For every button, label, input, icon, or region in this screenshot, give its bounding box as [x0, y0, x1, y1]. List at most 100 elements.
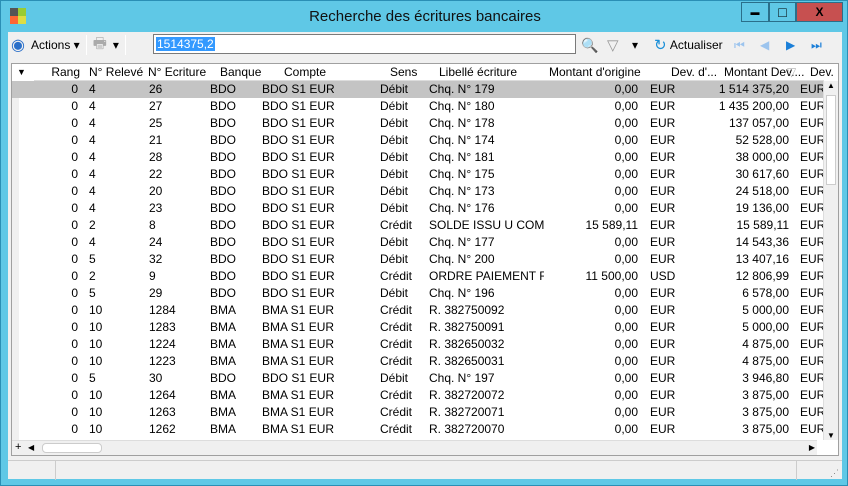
table-row[interactable]: 0 10 1224 BMA BMA S1 EUR Crédit R. 382650032 0,…: [34, 336, 824, 353]
column-header-devise[interactable]: Dev.: [810, 64, 834, 81]
last-page-icon[interactable]: ⏭: [808, 34, 825, 56]
cell-banque: BDO: [210, 218, 237, 232]
maximize-button[interactable]: □: [769, 2, 796, 22]
expand-icon[interactable]: +: [15, 441, 21, 453]
separator: [124, 35, 126, 55]
cell-compte: BDO S1 EUR: [262, 371, 335, 385]
previous-page-icon[interactable]: ◀: [757, 34, 772, 56]
table-row[interactable]: 0 4 26 BDO BDO S1 EUR Débit Chq. N° 179 0,00 EUR…: [12, 81, 824, 98]
cell-sens: Débit: [380, 235, 409, 249]
cell-compte: BMA S1 EUR: [262, 388, 335, 402]
cell-compte: BDO S1 EUR: [262, 150, 335, 164]
cell-compte: BDO S1 EUR: [262, 269, 335, 283]
cell-devise-origine: EUR: [650, 286, 676, 300]
cell-libelle: R. 382650032: [429, 337, 505, 351]
column-header-montant-origine[interactable]: Montant d'origine: [549, 64, 670, 81]
cell-rang: 0: [71, 201, 78, 215]
cell-libelle: R. 382720071: [429, 405, 505, 419]
search-input[interactable]: 1514375,2: [153, 34, 576, 54]
refresh-button[interactable]: ↻ Actualiser: [651, 34, 726, 56]
column-header-compte[interactable]: Compte: [284, 64, 384, 81]
column-header-releve[interactable]: N° Relevé: [89, 64, 147, 81]
table-row[interactable]: 0 10 1262 BMA BMA S1 EUR Crédit R. 382720070 0,…: [34, 421, 824, 438]
column-header-banque[interactable]: Banque: [220, 64, 280, 81]
actions-label: Actions: [30, 38, 71, 52]
cell-banque: BDO: [210, 235, 237, 249]
cell-compte: BDO S1 EUR: [262, 235, 335, 249]
cell-montant-origine: 0,00: [614, 405, 638, 419]
table-row[interactable]: 0 4 20 BDO BDO S1 EUR Débit Chq. N° 173 0,00 EUR…: [34, 183, 824, 200]
table-row[interactable]: 0 2 9 BDO BDO S1 EUR Crédit ORDRE PAIEMENT RE 1…: [34, 268, 824, 285]
table-row[interactable]: 02 8 BDO BDO S1 EUR Crédit SOLDE ISSU U COMPT…: [34, 217, 824, 234]
cell-ecriture: 1264: [149, 388, 176, 402]
cell-devise: EUR: [800, 116, 824, 130]
cell-releve: 10: [89, 405, 103, 419]
table-row[interactable]: 0 5 29 BDO BDO S1 EUR Débit Chq. N° 196 0,00 EUR…: [34, 285, 824, 302]
table-row[interactable]: 0 5 32 BDO BDO S1 EUR Débit Chq. N° 200 0,00 EUR…: [34, 251, 824, 268]
table-row[interactable]: 0 10 1263 BMA BMA S1 EUR Crédit R. 382720071 0,…: [34, 404, 824, 421]
table-row[interactable]: 0 4 27 BDO BDO S1 EUR Débit Chq. N° 180 0,00 EUR…: [34, 98, 824, 115]
scroll-thumb[interactable]: [826, 95, 836, 185]
search-icon[interactable]: 🔍: [578, 34, 601, 56]
cell-montant-origine: 0,00: [614, 150, 638, 164]
cell-banque: BDO: [210, 167, 237, 181]
cell-sens: Débit: [380, 82, 409, 96]
horizontal-scrollbar[interactable]: + ◀ ▶: [12, 440, 817, 455]
cell-sens: Crédit: [380, 320, 413, 334]
cell-libelle: Chq. N° 173: [429, 184, 495, 198]
table-row[interactable]: 0 10 1223 BMA BMA S1 EUR Crédit R. 382650031 0,…: [34, 353, 824, 370]
cell-compte: BDO S1 EUR: [262, 82, 335, 96]
cell-ecriture: 26: [149, 82, 163, 96]
table-row[interactable]: 0 4 24 BDO BDO S1 EUR Débit Chq. N° 177 0,00 EUR…: [34, 234, 824, 251]
column-header-sens[interactable]: Sens: [390, 64, 430, 81]
minimize-button[interactable]: ▬: [741, 2, 769, 22]
table-row[interactable]: 0 4 22 BDO BDO S1 EUR Débit Chq. N° 175 0,00 EUR…: [34, 166, 824, 183]
cell-rang: 0: [71, 388, 78, 402]
table-row[interactable]: 0 5 30 BDO BDO S1 EUR Débit Chq. N° 197 0,00 EUR…: [34, 370, 824, 387]
cell-montant-devise: 4 875,00: [742, 337, 789, 351]
first-page-icon[interactable]: ⏮: [731, 34, 748, 56]
search-value: 1514375,2: [156, 37, 215, 51]
table-row[interactable]: 0 4 23 BDO BDO S1 EUR Débit Chq. N° 176 0,00 EUR…: [34, 200, 824, 217]
cell-ecriture: 8: [149, 218, 156, 232]
filter-dropdown[interactable]: ▾: [629, 34, 641, 56]
hscroll-thumb[interactable]: [42, 443, 102, 453]
resize-grip-icon[interactable]: ⋰: [830, 468, 839, 479]
column-header-montant-devise[interactable]: Montant Dev....: [724, 64, 822, 81]
column-header-ecriture[interactable]: N° Ecriture: [148, 64, 210, 81]
cell-libelle: R. 382650031: [429, 354, 505, 368]
cell-montant-devise: 1 514 375,20: [718, 82, 789, 96]
cell-rang: 0: [71, 371, 78, 385]
table-row[interactable]: 0 4 25 BDO BDO S1 EUR Débit Chq. N° 178 0,00 EUR…: [34, 115, 824, 132]
cell-devise: EUR: [800, 184, 824, 198]
table-row[interactable]: 0 10 1283 BMA BMA S1 EUR Crédit R. 382750091 0,…: [34, 319, 824, 336]
next-page-icon[interactable]: ▶: [783, 34, 798, 56]
cell-compte: BDO S1 EUR: [262, 167, 335, 181]
filter-icon[interactable]: ▽: [604, 34, 622, 56]
column-chooser-icon[interactable]: ▼: [17, 64, 26, 81]
cell-sens: Crédit: [380, 337, 413, 351]
print-icon[interactable]: 🖶: [90, 34, 110, 56]
table-row[interactable]: 0 10 1264 BMA BMA S1 EUR Crédit R. 382720072 0,…: [34, 387, 824, 404]
cell-sens: Crédit: [380, 422, 413, 436]
cell-compte: BMA S1 EUR: [262, 405, 335, 419]
column-header-libelle[interactable]: Libellé écriture: [439, 64, 559, 81]
target-icon[interactable]: ◉: [8, 34, 28, 56]
cell-ecriture: 24: [149, 235, 163, 249]
print-dropdown[interactable]: ▾: [110, 34, 122, 56]
cell-devise: EUR: [800, 371, 824, 385]
actions-menu[interactable]: Actions ▾: [28, 34, 83, 56]
cell-releve: 10: [89, 354, 103, 368]
column-header-rang[interactable]: Rang: [34, 64, 80, 81]
close-button[interactable]: X: [796, 2, 843, 22]
cell-ecriture: 23: [149, 201, 163, 215]
cell-devise: EUR: [800, 422, 824, 436]
table-row[interactable]: 0 4 21 BDO BDO S1 EUR Débit Chq. N° 174 0,00 EUR…: [34, 132, 824, 149]
cell-ecriture: 1283: [149, 320, 176, 334]
vertical-scrollbar[interactable]: ▲ ▼: [823, 81, 838, 440]
table-row[interactable]: 0 10 1284 BMA BMA S1 EUR Crédit R. 382750092 0,…: [34, 302, 824, 319]
column-header-devise-origine[interactable]: Dev. d'...: [671, 64, 723, 81]
table-row[interactable]: 0 4 28 BDO BDO S1 EUR Débit Chq. N° 181 0,00 EUR…: [34, 149, 824, 166]
cell-releve: 5: [89, 286, 96, 300]
cell-sens: Débit: [380, 167, 409, 181]
